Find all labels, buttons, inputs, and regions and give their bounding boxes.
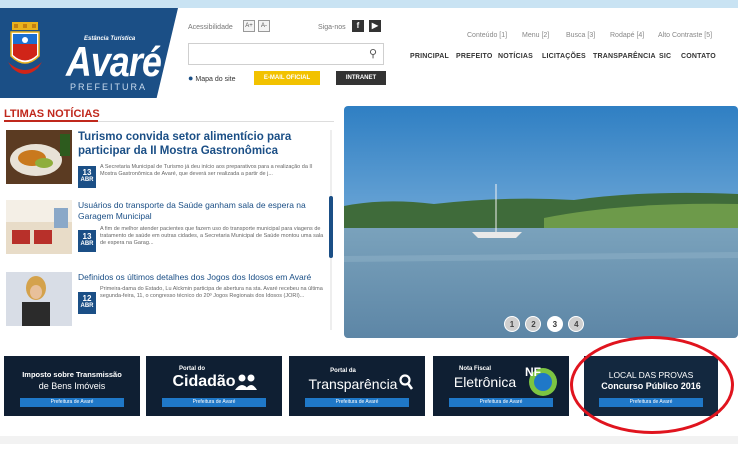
- banner-line1: Portal da: [330, 368, 356, 374]
- news-item[interactable]: Usuários do transporte da Saúde ganham s…: [4, 200, 334, 264]
- news-description: A fim de melhor atender pacientes que fa…: [100, 226, 324, 246]
- divider: [98, 121, 334, 122]
- email-button[interactable]: E-MAIL OFICIAL: [254, 71, 320, 85]
- follow-label: Siga-nos: [318, 24, 346, 31]
- nav-licitacoes[interactable]: LICITAÇÕES: [542, 53, 586, 60]
- news-date-badge: 13 ABR: [78, 230, 96, 252]
- news-title[interactable]: Turismo convida setor alimentício para p…: [78, 130, 328, 158]
- nfe-logo-icon: NF: [525, 365, 557, 396]
- news-title-underline: [4, 120, 98, 122]
- facebook-icon[interactable]: f: [352, 20, 364, 32]
- slider-dot-1[interactable]: 1: [504, 316, 520, 332]
- search-icon[interactable]: ⚲: [369, 47, 377, 60]
- news-month: ABR: [80, 241, 94, 247]
- banner-footer: Prefeitura de Avaré: [449, 398, 553, 407]
- news-description: Primeira-dama do Estado, Lu Alckmin part…: [100, 286, 323, 299]
- quick-link-content[interactable]: Conteúdo [1]: [467, 32, 507, 39]
- quick-link-menu[interactable]: Menu [2]: [522, 32, 549, 39]
- nav-contato[interactable]: CONTATO: [681, 53, 716, 60]
- svg-text:NF: NF: [525, 365, 541, 379]
- news-title[interactable]: Usuários do transporte da Saúde ganham s…: [78, 200, 328, 222]
- nav-noticias[interactable]: NOTÍCIAS: [498, 53, 533, 60]
- city-crest-icon: [8, 22, 42, 74]
- banner-line1: Portal do: [178, 366, 205, 372]
- slider-dot-3[interactable]: 3: [546, 316, 563, 332]
- search-input[interactable]: ⚲: [188, 43, 384, 65]
- banner-portal-transparencia[interactable]: Portal da Transparência Prefeitura de Av…: [289, 356, 425, 416]
- news-date-badge: 13 ABR: [78, 166, 96, 188]
- news-item[interactable]: Turismo convida setor alimentício para p…: [4, 130, 334, 192]
- news-thumbnail-waiting-room: [6, 200, 72, 254]
- banner-footer: Prefeitura de Avaré: [305, 398, 409, 407]
- font-decrease-button[interactable]: A-: [258, 20, 270, 32]
- news-day: 13: [82, 232, 92, 241]
- intranet-button[interactable]: INTRANET: [336, 71, 386, 85]
- highlight-circle-annotation: [570, 336, 734, 434]
- top-strip: [0, 0, 738, 8]
- banner-footer: Prefeitura de Avaré: [20, 398, 124, 407]
- people-icon: [235, 374, 257, 390]
- news-description: A Secretaria Municipal de Turismo já deu…: [100, 164, 313, 177]
- slider-dot-4[interactable]: 4: [568, 316, 585, 332]
- map-pin-icon: ●: [188, 73, 194, 83]
- quick-link-footer[interactable]: Rodapé [4]: [610, 32, 644, 39]
- news-section-title: LTIMAS NOTÍCIAS: [4, 108, 100, 120]
- news-day: 13: [82, 168, 92, 177]
- sitemap-link[interactable]: ● Mapa do site: [188, 73, 235, 83]
- banner-line1: Imposto sobre Transmissão: [22, 370, 122, 379]
- quick-link-search[interactable]: Busca [3]: [566, 32, 595, 39]
- banner-itbi[interactable]: Imposto sobre Transmissão de Bens Imóvei…: [4, 356, 140, 416]
- magnifier-icon: [399, 374, 413, 390]
- banner-nota-fiscal[interactable]: Nota Fiscal Eletrônica NF Prefeitura de …: [433, 356, 569, 416]
- news-title[interactable]: Definidos os últimos detalhes dos Jogos …: [78, 272, 328, 283]
- news-month: ABR: [80, 303, 94, 309]
- slider-dot-2[interactable]: 2: [525, 316, 542, 332]
- news-thumbnail-food: [6, 130, 72, 184]
- news-month: ABR: [80, 177, 94, 183]
- slider-pagination: 1 2 3 4: [504, 314, 585, 332]
- news-day: 12: [82, 294, 92, 303]
- banner-portal-cidadao[interactable]: Portal do Cidadão Prefeitura de Avaré: [146, 356, 282, 416]
- brand-tagline: PREFEITURA: [70, 82, 148, 92]
- news-thumbnail-speaker: [6, 272, 72, 326]
- brand-name: Avaré: [66, 38, 162, 85]
- nav-principal[interactable]: PRINCIPAL: [410, 53, 449, 60]
- hero-slider-image[interactable]: [344, 106, 738, 338]
- nav-sic[interactable]: SIC: [659, 53, 671, 60]
- banner-line2: de Bens Imóveis: [38, 381, 106, 391]
- news-date-badge: 12 ABR: [78, 292, 96, 314]
- accessibility-label: Acessibilidade: [188, 24, 233, 31]
- banner-footer: Prefeitura de Avaré: [162, 398, 266, 407]
- site-logo[interactable]: Estância Turística Avaré PREFEITURA: [0, 8, 178, 98]
- font-increase-button[interactable]: A+: [243, 20, 255, 32]
- footer-divider: [0, 436, 738, 444]
- quick-link-contrast[interactable]: Alto Contraste [5]: [658, 32, 712, 39]
- youtube-icon[interactable]: ▶: [369, 20, 381, 32]
- news-item[interactable]: Definidos os últimos detalhes dos Jogos …: [4, 272, 334, 332]
- sitemap-label: Mapa do site: [195, 76, 236, 83]
- nav-prefeito[interactable]: PREFEITO: [456, 53, 492, 60]
- nav-transparencia[interactable]: TRANSPARÊNCIA: [593, 53, 656, 60]
